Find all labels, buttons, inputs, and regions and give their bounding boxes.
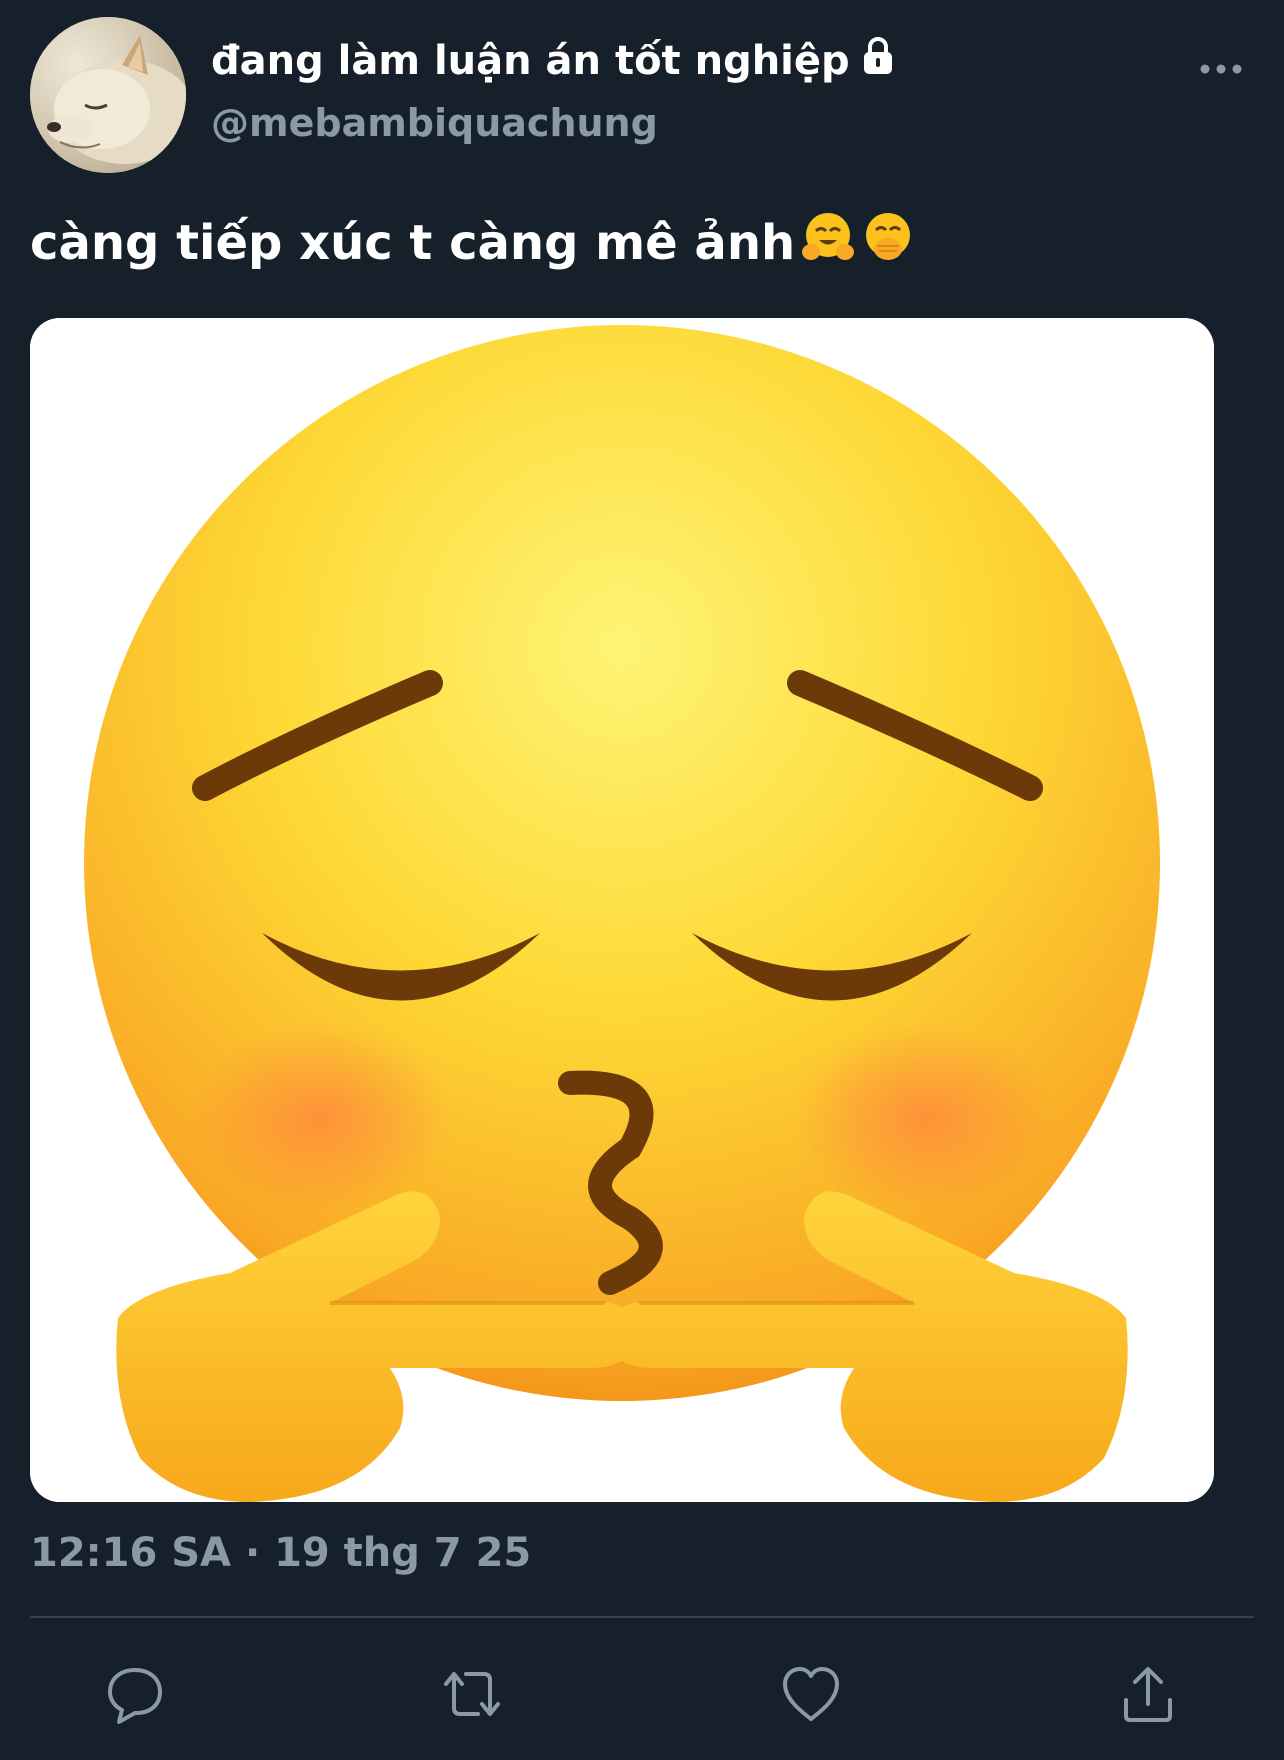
tweet-timestamp[interactable]: 12:16 SA · 19 thg 7 25 (30, 1530, 531, 1576)
tweet-media[interactable] (30, 318, 1214, 1502)
lock-icon (862, 36, 894, 86)
heart-icon (783, 1667, 839, 1721)
display-name[interactable]: đang làm luận án tốt nghiệp (211, 34, 894, 88)
hugging-face-icon (801, 210, 855, 276)
display-name-text: đang làm luận án tốt nghiệp (211, 38, 850, 84)
tweet-text: càng tiếp xúc t càng mê ảnh (30, 208, 915, 278)
reply-button[interactable] (99, 1658, 171, 1730)
share-icon (1124, 1667, 1172, 1722)
divider (30, 1616, 1254, 1618)
face-with-hand-over-mouth-icon (861, 210, 915, 276)
like-button[interactable] (775, 1658, 847, 1730)
retweet-icon (444, 1672, 500, 1716)
retweet-button[interactable] (436, 1658, 508, 1730)
handle[interactable]: @mebambiquachung (211, 101, 658, 145)
more-options-icon[interactable] (1198, 55, 1244, 83)
share-button[interactable] (1112, 1658, 1184, 1730)
dog-avatar-icon (30, 17, 186, 173)
tweet-body: càng tiếp xúc t càng mê ảnh (30, 215, 796, 271)
kissing-face-with-fingers-touching-emoji (30, 318, 1214, 1502)
avatar[interactable] (30, 17, 186, 173)
speech-bubble-icon (108, 1668, 162, 1724)
